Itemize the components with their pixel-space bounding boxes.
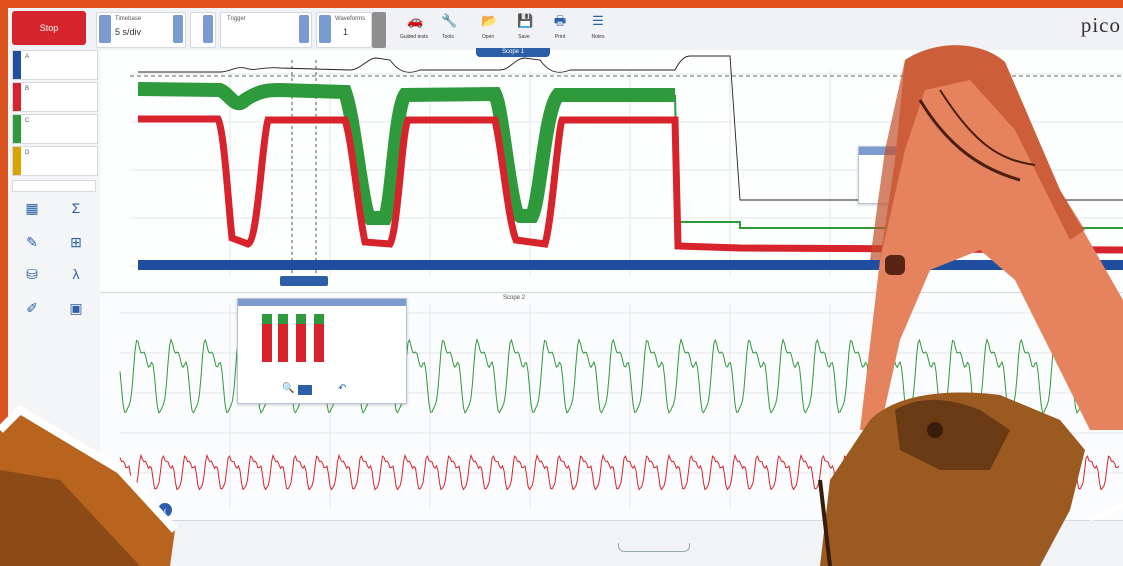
probe-tool-button[interactable]: ✎ xyxy=(12,234,52,266)
trace-green xyxy=(137,82,675,225)
wrench-icon: 🔧 xyxy=(441,13,458,28)
samples-control[interactable] xyxy=(190,12,216,48)
overview-panel-header xyxy=(238,299,406,306)
probe-icon: ✎ xyxy=(26,234,38,250)
channel-d-control[interactable]: D xyxy=(12,146,98,176)
channel-b-color xyxy=(13,83,21,111)
channel-a-color xyxy=(13,51,21,79)
channel-c-color xyxy=(13,115,21,143)
export-icon: ▣ xyxy=(69,300,83,316)
channel-b-control[interactable]: B xyxy=(12,82,98,112)
channel-d-color xyxy=(13,147,21,175)
tab-scope-2[interactable]: Scope 2 xyxy=(503,295,525,301)
rulers-panel[interactable] xyxy=(858,146,1006,204)
save-icon: 💾 xyxy=(517,13,534,28)
top-strip xyxy=(0,0,1123,8)
car-icon: 🚗 xyxy=(407,13,424,28)
trigger-control[interactable]: Trigger xyxy=(220,12,312,48)
channel-sidebar: A B C D ▦ Σ ✎ ⊞ ⛁ λ ✐ ▣ xyxy=(8,50,101,520)
stop-button[interactable]: Stop xyxy=(12,11,86,45)
math-channel-row[interactable] xyxy=(12,180,96,192)
picoscope-app: Stop Timebase 5 s/div Trigger Waveforms … xyxy=(0,0,1123,566)
stop-label: Stop xyxy=(39,23,59,33)
notes-icon: ☰ xyxy=(592,13,604,28)
tools-button[interactable]: 🔧 Tools xyxy=(428,14,468,46)
channel-d-id: D xyxy=(25,150,30,156)
trigger-label: Trigger xyxy=(227,16,246,22)
print-button[interactable]: 🖶 Print xyxy=(540,14,580,46)
notes-button[interactable]: ☰ Notes xyxy=(578,14,618,46)
grid-icon: ▦ xyxy=(25,200,39,216)
timebase-value: 5 s/div xyxy=(115,27,142,37)
tab-scope-1-label: Scope 1 xyxy=(501,49,525,55)
waveforms-value: 1 xyxy=(343,27,349,37)
timebase-up-button[interactable] xyxy=(173,15,183,43)
sigma-icon: Σ xyxy=(71,200,81,216)
zoom-icon[interactable]: 🔍 xyxy=(282,383,294,394)
overview-thumbnail xyxy=(262,314,324,362)
channel-c-control[interactable]: C xyxy=(12,114,98,144)
layout-tool-button[interactable]: ⊞ xyxy=(56,234,96,266)
timebase-label: Timebase xyxy=(115,16,142,22)
channel-a-control[interactable]: A xyxy=(12,50,98,80)
export-tool-button[interactable]: ▣ xyxy=(56,300,96,332)
channel-b-id: B xyxy=(25,86,30,92)
timebase-control[interactable]: Timebase 5 s/div xyxy=(96,12,186,48)
samples-up-button[interactable] xyxy=(203,15,213,43)
trace-blue xyxy=(138,260,1123,270)
ruler-handle[interactable] xyxy=(280,276,328,286)
save-button[interactable]: 💾 Save xyxy=(504,14,544,46)
notes-tool-button[interactable]: ✐ xyxy=(12,300,52,332)
scope-2-view[interactable]: 🔍 ↶ xyxy=(100,292,1123,521)
pico-logo: pico xyxy=(1080,13,1121,37)
grid-tool-button[interactable]: ▦ xyxy=(12,200,52,232)
overview-zoom-button[interactable] xyxy=(298,385,312,395)
status-bar xyxy=(100,520,1123,566)
lambda-icon: λ xyxy=(72,266,80,282)
timebase-down-button[interactable] xyxy=(99,15,111,43)
scroll-left-button[interactable]: ‹ xyxy=(158,503,172,517)
waveforms-label: Waveforms xyxy=(335,16,366,22)
rulers-panel-header xyxy=(859,147,1005,155)
reference-tool-button[interactable]: ⛁ xyxy=(12,266,52,298)
waveforms-control[interactable]: Waveforms 1 xyxy=(316,12,372,48)
folder-icon: 📂 xyxy=(481,13,498,28)
waveforms-prev-button[interactable] xyxy=(319,15,331,43)
reference-icon: ⛁ xyxy=(26,266,38,282)
waveforms-next-button[interactable] xyxy=(372,12,386,48)
open-button[interactable]: 📂 Open xyxy=(468,14,508,46)
print-icon: 🖶 xyxy=(553,13,567,28)
trace-red-wave xyxy=(119,453,1120,491)
math-tool-button[interactable]: Σ xyxy=(56,200,96,232)
channel-a-id: A xyxy=(25,54,30,60)
toolbar: Stop Timebase 5 s/div Trigger Waveforms … xyxy=(8,8,1123,51)
channel-c-id: C xyxy=(25,118,30,124)
tab-scope-1[interactable]: Scope 1 xyxy=(476,48,550,57)
scope-pill[interactable] xyxy=(618,543,690,552)
scope-1-view[interactable] xyxy=(100,50,1123,292)
trigger-button[interactable] xyxy=(299,15,309,43)
layout-icon: ⊞ xyxy=(70,234,82,250)
lambda-tool-button[interactable]: λ xyxy=(56,266,96,298)
undo-icon[interactable]: ↶ xyxy=(338,383,346,394)
notes-icon: ✐ xyxy=(26,300,38,316)
overview-panel[interactable]: 🔍 ↶ xyxy=(237,298,407,404)
